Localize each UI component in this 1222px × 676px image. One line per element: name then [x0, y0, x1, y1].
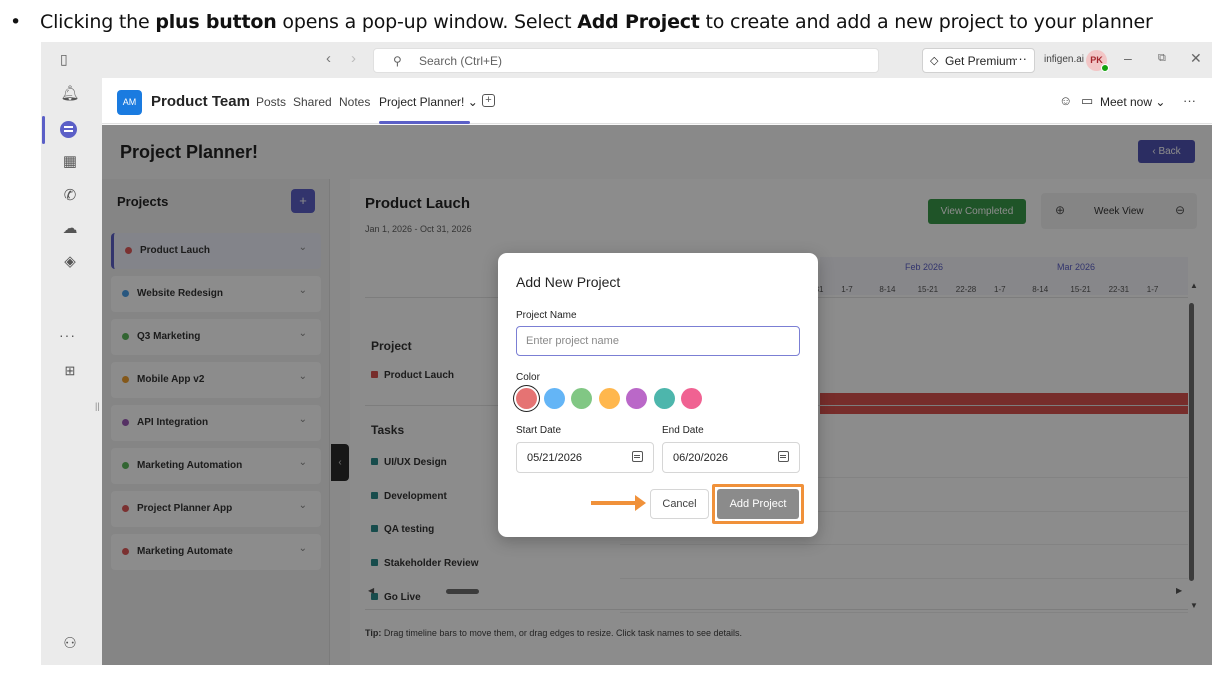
end-date-label: End Date: [662, 425, 704, 436]
org-name: infigen.ai: [1044, 54, 1085, 65]
search-icon: ⚲: [393, 54, 402, 68]
app-rail: 🔔︎ ▦ ✆ ☁ ◈ ··· ⊞ || ⚇: [41, 78, 102, 665]
onedrive-icon[interactable]: ☁: [59, 218, 81, 240]
calendar-icon[interactable]: [632, 451, 643, 462]
project-name-input[interactable]: [516, 326, 800, 356]
tab-posts[interactable]: Posts: [256, 95, 286, 109]
user-avatar[interactable]: PK: [1086, 50, 1109, 72]
color-swatch[interactable]: [543, 388, 565, 409]
activity-bell-icon[interactable]: 🔔︎: [59, 83, 81, 105]
color-label: Color: [516, 372, 540, 383]
add-apps-icon[interactable]: ⊞: [59, 360, 81, 382]
color-swatch[interactable]: [598, 388, 620, 409]
end-date-field[interactable]: 06/20/2026: [662, 442, 800, 473]
conversation-icon[interactable]: ☺: [1059, 93, 1072, 108]
people-settings-icon[interactable]: ⚇: [59, 633, 81, 655]
channel-header: AM Product Team Posts Shared Notes Proje…: [102, 78, 1212, 124]
search-box[interactable]: ⚲ Search (Ctrl+E): [373, 48, 879, 73]
add-project-button[interactable]: Add Project: [717, 489, 799, 519]
project-name-label: Project Name: [516, 310, 577, 321]
tab-shared[interactable]: Shared: [293, 95, 332, 109]
calendar-icon[interactable]: ▦: [59, 151, 81, 173]
back-arrow-icon[interactable]: ‹: [326, 50, 331, 67]
add-project-dialog: Add New Project Project Name Color Start…: [498, 253, 818, 537]
minimize-icon[interactable]: –: [1124, 50, 1132, 66]
main-area: AM Product Team Posts Shared Notes Proje…: [102, 78, 1212, 665]
meet-now-button[interactable]: Meet now ⌄: [1100, 95, 1165, 109]
more-apps-icon[interactable]: ···: [59, 327, 76, 343]
more-icon[interactable]: ···: [1014, 51, 1027, 66]
add-tab-icon[interactable]: +: [482, 94, 495, 107]
forward-arrow-icon[interactable]: ›: [351, 50, 356, 67]
color-swatch[interactable]: [626, 388, 647, 409]
teams-window: ▯ ‹ › ⚲ Search (Ctrl+E) ◇ Get Premium ··…: [41, 42, 1212, 665]
active-tab-indicator: [379, 121, 470, 124]
chat-icon[interactable]: [60, 121, 77, 138]
color-swatch[interactable]: [516, 388, 537, 409]
team-avatar[interactable]: AM: [117, 90, 142, 115]
team-name[interactable]: Product Team: [151, 93, 250, 110]
rail-active-indicator: [42, 116, 45, 144]
tab-project-planner[interactable]: Project Planner! ⌄: [379, 95, 478, 109]
cancel-button[interactable]: Cancel: [650, 489, 709, 519]
calls-icon[interactable]: ✆: [59, 185, 81, 207]
instruction-text: • Clicking the plus button opens a pop-up…: [10, 11, 1153, 33]
rail-resize-handle[interactable]: ||: [95, 401, 100, 411]
restore-icon[interactable]: ⧉: [1158, 52, 1166, 65]
dialog-title: Add New Project: [516, 274, 621, 290]
presence-dot: [1101, 64, 1109, 72]
tab-notes[interactable]: Notes: [339, 95, 370, 109]
video-icon[interactable]: ▭: [1081, 93, 1093, 109]
get-premium-button[interactable]: ◇ Get Premium ···: [922, 48, 1035, 73]
close-icon[interactable]: ✕: [1190, 50, 1202, 67]
color-swatch[interactable]: [681, 388, 702, 409]
diamond-icon: ◇: [930, 55, 939, 67]
color-swatch[interactable]: [653, 388, 675, 409]
calendar-icon[interactable]: [778, 451, 789, 462]
bullet: •: [10, 11, 22, 33]
start-date-field[interactable]: 05/21/2026: [516, 442, 654, 473]
title-bar: ▯ ‹ › ⚲ Search (Ctrl+E) ◇ Get Premium ··…: [41, 42, 1212, 78]
color-swatch[interactable]: [571, 388, 592, 409]
search-placeholder: Search (Ctrl+E): [419, 54, 503, 68]
copilot-icon[interactable]: ◈: [59, 251, 81, 273]
more-options-icon[interactable]: ···: [1183, 93, 1196, 108]
annotation-arrow: [591, 495, 646, 511]
sidebar-toggle-icon[interactable]: ▯: [60, 51, 68, 68]
start-date-label: Start Date: [516, 425, 562, 436]
